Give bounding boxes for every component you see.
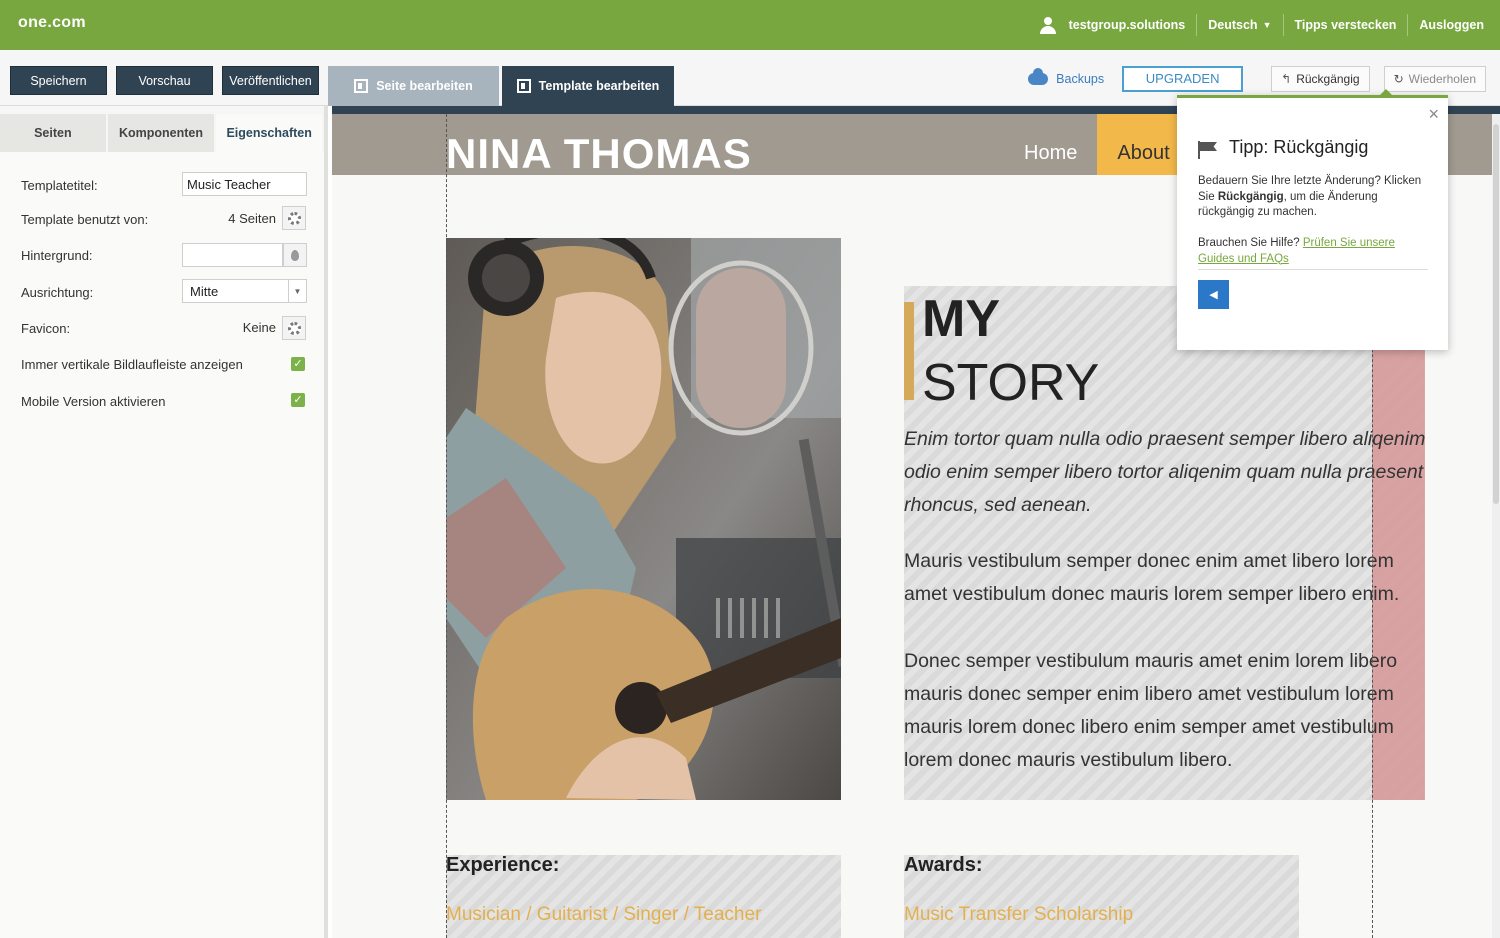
nav-item-about[interactable]: About bbox=[1097, 114, 1190, 175]
flag-icon bbox=[1198, 141, 1218, 159]
undo-tip-popover: × Tipp: Rückgängig Bedauern Sie Ihre let… bbox=[1177, 89, 1448, 350]
story-paragraph-1: Mauris vestibulum semper donec enim amet… bbox=[904, 550, 1400, 605]
right-tools: Backups UPGRADEN ↰ Rückgängig ↻ Wiederho… bbox=[1028, 65, 1486, 92]
hide-tips-link[interactable]: Tipps verstecken bbox=[1282, 14, 1408, 36]
mobile-option-label: Mobile Version aktivieren bbox=[21, 394, 166, 409]
scrollbar-checkbox[interactable]: ✓ bbox=[291, 357, 305, 371]
used-by-label: Template benutzt von: bbox=[21, 212, 149, 227]
gear-icon bbox=[287, 211, 301, 225]
tip-help: Brauchen Sie Hilfe? Prüfen Sie unsere Gu… bbox=[1198, 236, 1433, 267]
backups-link[interactable]: Backups bbox=[1028, 67, 1105, 86]
redo-button[interactable]: ↻ Wiederholen bbox=[1383, 65, 1486, 92]
favicon-value: Keine bbox=[242, 320, 276, 335]
site-navigation: Home About bbox=[1004, 114, 1190, 175]
gear-icon bbox=[287, 321, 301, 335]
undo-icon: ↰ bbox=[1281, 71, 1292, 86]
left-panel: Seiten Komponenten Eigenschaften Templat… bbox=[0, 106, 328, 938]
tip-pointer bbox=[1379, 89, 1393, 96]
user-menu[interactable]: testgroup.solutions bbox=[1028, 14, 1197, 36]
awards-heading: Awards: bbox=[904, 854, 983, 876]
story-heading-line2: STORY bbox=[922, 354, 1100, 412]
tip-title: Tipp: Rückgängig bbox=[1229, 137, 1369, 157]
guitarist-image bbox=[446, 238, 841, 800]
experience-heading: Experience: bbox=[446, 854, 560, 876]
color-picker-button[interactable] bbox=[283, 243, 307, 267]
top-navigation: testgroup.solutions Deutsch ▼ Tipps vers… bbox=[1028, 0, 1500, 50]
site-title[interactable]: NINA THOMAS bbox=[446, 130, 752, 178]
user-icon bbox=[1039, 16, 1057, 34]
story-intro: Enim tortor quam nulla odio praesent sem… bbox=[904, 428, 1426, 516]
canvas-scrollbar[interactable] bbox=[1492, 114, 1500, 938]
story-paragraph-2: Donec semper vestibulum mauris amet enim… bbox=[904, 650, 1398, 771]
favicon-settings-button[interactable] bbox=[282, 316, 306, 340]
chevron-down-icon: ▼ bbox=[288, 280, 306, 302]
language-selector[interactable]: Deutsch ▼ bbox=[1196, 14, 1282, 36]
tip-description: Bedauern Sie Ihre letzte Änderung? Klick… bbox=[1198, 174, 1433, 221]
user-name: testgroup.solutions bbox=[1068, 18, 1186, 32]
redo-icon: ↻ bbox=[1393, 71, 1404, 86]
page-icon bbox=[354, 79, 369, 93]
top-bar: one.com testgroup.solutions Deutsch ▼ Ti… bbox=[0, 0, 1500, 50]
color-drop-icon bbox=[291, 249, 299, 261]
undo-label: Rückgängig bbox=[1296, 71, 1360, 86]
singer-photo[interactable] bbox=[446, 238, 841, 800]
background-input[interactable] bbox=[182, 243, 283, 267]
tip-text-bold: Rückgängig bbox=[1217, 190, 1284, 203]
tip-previous-button[interactable]: ◀ bbox=[1198, 280, 1229, 309]
alignment-select[interactable]: Mitte ▼ bbox=[182, 279, 307, 303]
awards-text: Music Transfer Scholarship bbox=[904, 904, 1134, 925]
language-label: Deutsch bbox=[1208, 18, 1258, 32]
tab-edit-template-label: Template bearbeiten bbox=[538, 79, 660, 93]
used-by-value: 4 Seiten bbox=[228, 211, 276, 226]
backups-label: Backups bbox=[1056, 71, 1105, 86]
redo-label: Wiederholen bbox=[1408, 71, 1476, 86]
tab-components[interactable]: Komponenten bbox=[107, 114, 217, 152]
caret-down-icon: ▼ bbox=[1262, 20, 1272, 30]
story-heading-line1: MY bbox=[922, 290, 1000, 348]
mobile-checkbox[interactable]: ✓ bbox=[291, 393, 305, 407]
tab-properties[interactable]: Eigenschaften bbox=[216, 114, 324, 152]
one-com-logo[interactable]: one.com bbox=[18, 14, 86, 32]
undo-button[interactable]: ↰ Rückgängig bbox=[1271, 65, 1370, 92]
preview-button[interactable]: Vorschau bbox=[116, 66, 213, 95]
favicon-label: Favicon: bbox=[21, 321, 71, 336]
tab-edit-template[interactable]: Template bearbeiten bbox=[502, 66, 674, 106]
alignment-value: Mitte bbox=[190, 283, 219, 299]
experience-text: Musician / Guitarist / Singer / Teacher bbox=[446, 904, 762, 925]
nav-item-home[interactable]: Home bbox=[1004, 114, 1097, 175]
used-by-settings-button[interactable] bbox=[282, 206, 306, 230]
panel-tabs: Seiten Komponenten Eigenschaften bbox=[0, 106, 324, 152]
template-title-label: Templatetitel: bbox=[21, 178, 98, 193]
tab-edit-page[interactable]: Seite bearbeiten bbox=[328, 66, 499, 106]
tip-help-prefix: Brauchen Sie Hilfe? bbox=[1198, 237, 1303, 249]
background-label: Hintergrund: bbox=[21, 248, 93, 263]
scrollbar-option-label: Immer vertikale Bildlaufleiste anzeigen bbox=[21, 357, 243, 372]
template-title-input[interactable]: Music Teacher bbox=[182, 172, 307, 196]
save-button[interactable]: Speichern bbox=[10, 66, 107, 95]
upgrade-button[interactable]: UPGRADEN bbox=[1122, 65, 1244, 92]
logout-link[interactable]: Ausloggen bbox=[1407, 14, 1500, 36]
story-accent-bar bbox=[904, 302, 914, 400]
layout-guide-left bbox=[446, 114, 447, 938]
alignment-label: Ausrichtung: bbox=[21, 285, 94, 300]
cloud-icon bbox=[1028, 67, 1049, 85]
tip-divider bbox=[1198, 269, 1428, 270]
arrow-left-icon: ◀ bbox=[1209, 289, 1218, 301]
canvas-scrollbar-thumb[interactable] bbox=[1493, 124, 1499, 504]
template-icon bbox=[516, 79, 531, 93]
publish-button[interactable]: Veröffentlichen bbox=[222, 66, 319, 95]
tab-pages[interactable]: Seiten bbox=[0, 114, 108, 152]
close-icon[interactable]: × bbox=[1428, 104, 1439, 125]
tab-edit-page-label: Seite bearbeiten bbox=[376, 79, 473, 93]
